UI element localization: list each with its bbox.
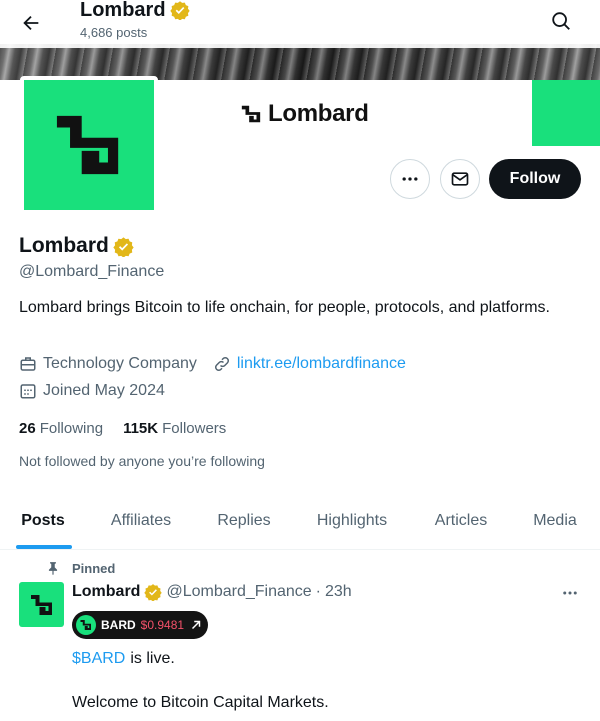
banner-logo: Lombard: [240, 100, 369, 128]
header-title: Lombard: [80, 0, 166, 21]
lombard-logo-icon: [241, 105, 261, 123]
pinned-indicator: Pinned: [46, 560, 115, 576]
post-timestamp[interactable]: 23h: [325, 583, 352, 601]
tab-label: Posts: [21, 512, 65, 529]
following-stat[interactable]: 26 Following: [19, 420, 103, 437]
header-title-row: Lombard: [80, 0, 190, 22]
lombard-logo-icon: [30, 594, 52, 615]
active-tab-indicator: [16, 545, 72, 549]
profile-category: Technology Company: [19, 355, 197, 373]
followers-label: Followers: [162, 420, 227, 437]
more-horizontal-icon: [563, 591, 577, 595]
post-cashtag[interactable]: $BARD: [72, 650, 125, 668]
profile-meta-row: Technology Company linktr.ee/lombardfina…: [19, 355, 422, 373]
post-author-avatar[interactable]: [19, 582, 64, 627]
profile-website-link[interactable]: linktr.ee/lombardfinance: [237, 355, 406, 373]
post-header: Lombard @Lombard_Finance · 23h: [72, 583, 352, 601]
tab-label: Highlights: [316, 512, 388, 529]
token-logo-icon: [76, 615, 96, 635]
token-price: $0.9481: [140, 618, 185, 632]
post-text-live: is live.: [130, 650, 175, 667]
token-symbol: BARD: [101, 618, 136, 632]
message-button[interactable]: [440, 159, 480, 199]
followers-count: 115K: [123, 420, 159, 437]
profile-bio: Lombard brings Bitcoin to life onchain, …: [19, 299, 550, 316]
tab-label: Affiliates: [110, 512, 172, 529]
tab-replies[interactable]: Replies: [196, 492, 292, 550]
more-horizontal-icon: [402, 177, 418, 181]
profile-name: Lombard: [19, 234, 109, 257]
arrow-up-right-icon: [192, 620, 201, 630]
tab-affiliates[interactable]: Affiliates: [86, 492, 196, 550]
post-author-handle[interactable]: @Lombard_Finance: [166, 583, 311, 601]
profile-website[interactable]: linktr.ee/lombardfinance: [213, 355, 406, 373]
profile-banner[interactable]: [0, 44, 600, 80]
profile-joined-text: Joined May 2024: [43, 382, 165, 399]
banner-logo-text: Lombard: [268, 100, 369, 127]
arrow-left-icon: [23, 15, 39, 31]
profile-tabs: Posts Affiliates Replies Highlights Arti…: [0, 492, 600, 550]
follow-button[interactable]: Follow: [489, 159, 581, 199]
back-button[interactable]: [14, 6, 48, 40]
verified-badge-icon: [144, 584, 163, 601]
following-label: Following: [39, 420, 104, 437]
tab-label: Media: [533, 512, 577, 529]
lombard-logo-icon: [56, 115, 119, 175]
more-options-button[interactable]: [390, 159, 430, 199]
top-bar: Lombard 4,686 posts: [0, 0, 600, 48]
tab-label: Replies: [217, 512, 271, 529]
tab-media[interactable]: Media: [510, 492, 600, 550]
tab-highlights[interactable]: Highlights: [292, 492, 412, 550]
pin-icon: [48, 562, 58, 575]
profile-stats: 26 Following 115K Followers: [19, 420, 246, 437]
search-button[interactable]: [544, 4, 578, 38]
briefcase-icon: [20, 357, 36, 371]
search-icon: [552, 12, 570, 30]
not-followed-text: Not followed by anyone you’re following: [19, 453, 265, 469]
header-post-count: 4,686 posts: [80, 25, 148, 40]
post-text-line1: $BARD is live.: [72, 650, 175, 668]
calendar-icon: [20, 384, 36, 399]
profile-avatar[interactable]: [20, 76, 158, 214]
tab-label: Articles: [434, 512, 488, 529]
tab-posts[interactable]: Posts: [0, 492, 86, 550]
post-author-name[interactable]: Lombard: [72, 583, 140, 601]
banner-green-block: [532, 80, 600, 146]
post-separator: ·: [315, 583, 321, 600]
post-more-button[interactable]: [556, 582, 584, 604]
followers-stat[interactable]: 115K Followers: [123, 420, 226, 437]
verified-badge-icon[interactable]: [113, 236, 134, 257]
pinned-label: Pinned: [72, 560, 116, 576]
verified-badge-icon: [169, 1, 190, 20]
post-text-line2: Welcome to Bitcoin Capital Markets.: [72, 694, 329, 711]
profile-joined: Joined May 2024: [19, 382, 165, 400]
lombard-logo-icon: [80, 620, 91, 630]
token-price-pill[interactable]: BARD $0.9481: [72, 611, 208, 639]
link-icon: [214, 356, 229, 372]
banner-overlay: [0, 44, 600, 80]
tab-articles[interactable]: Articles: [412, 492, 510, 550]
profile-name-row: Lombard: [19, 234, 134, 258]
following-count: 26: [19, 420, 36, 437]
profile-handle: @Lombard_Finance: [19, 263, 165, 280]
mail-icon: [451, 172, 469, 186]
profile-category-text: Technology Company: [43, 355, 197, 372]
